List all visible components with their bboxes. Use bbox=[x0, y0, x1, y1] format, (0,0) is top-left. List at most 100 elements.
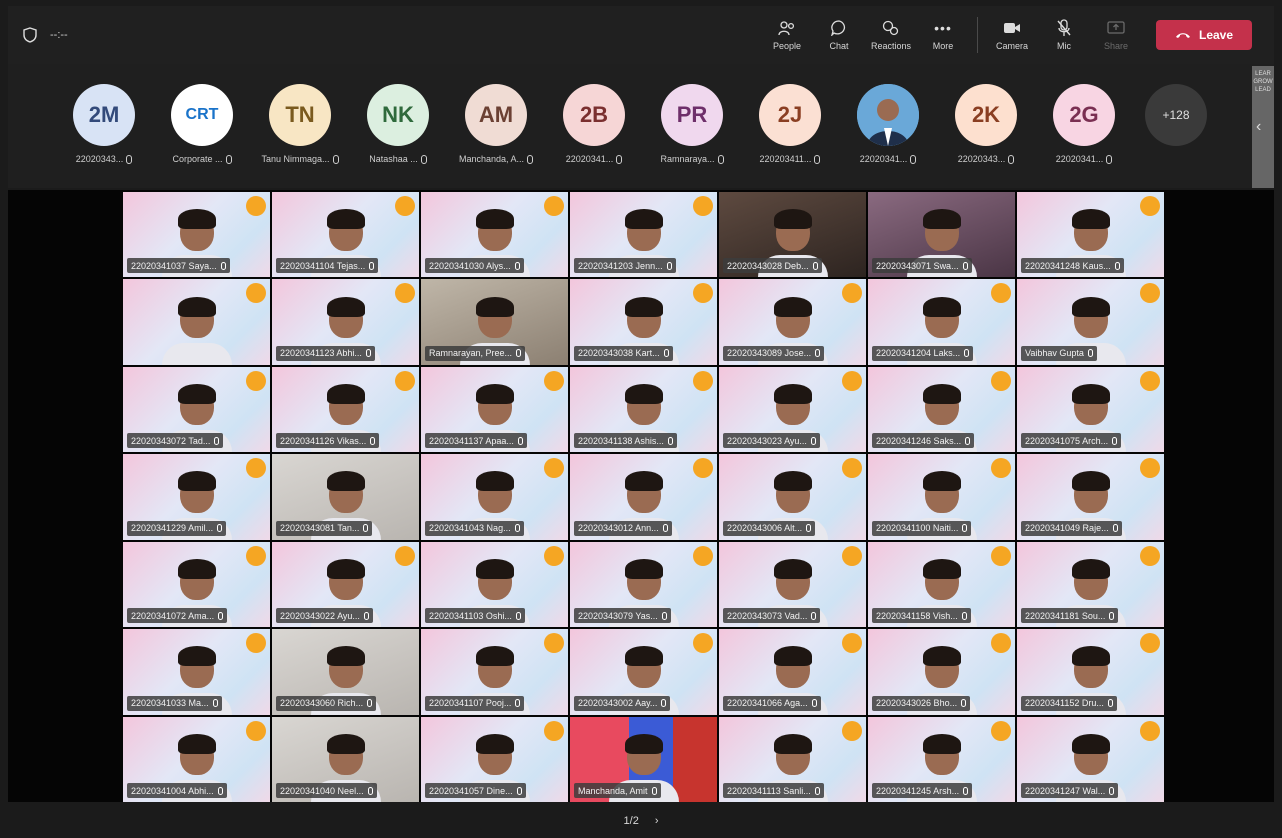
participant-avatar-item[interactable]: TN Tanu Nimmaga... bbox=[252, 84, 348, 164]
video-tile[interactable]: 22020341229 Amil... bbox=[123, 454, 270, 540]
participant-avatar-item[interactable]: 22020341... bbox=[840, 84, 936, 164]
name-tag-text: 22020341245 Arsh... bbox=[876, 785, 960, 796]
video-tile[interactable]: 22020343071 Swa... bbox=[868, 192, 1015, 278]
video-tile[interactable]: 22020343002 Aay... bbox=[570, 629, 717, 715]
name-tag: 22020341246 Saks... bbox=[872, 433, 975, 449]
participant-avatar-item[interactable]: 2K 22020343... bbox=[938, 84, 1034, 164]
reactions-button[interactable]: Reactions bbox=[865, 6, 917, 64]
video-tile[interactable]: 22020341107 Pooj... bbox=[421, 629, 568, 715]
camera-button[interactable]: Camera bbox=[986, 6, 1038, 64]
mic-icon bbox=[218, 611, 224, 620]
video-tile[interactable]: Ramnarayan, Pree... bbox=[421, 279, 568, 365]
video-tile[interactable]: 22020341066 Aga... bbox=[719, 629, 866, 715]
mic-icon bbox=[1008, 154, 1015, 164]
video-tile[interactable]: 22020343073 Vad... bbox=[719, 541, 866, 628]
video-tile[interactable]: 22020341113 Sanli... bbox=[719, 716, 866, 802]
participant-avatar-item[interactable]: 2G 22020341... bbox=[1036, 84, 1132, 164]
video-tile[interactable]: 22020341158 Vish... bbox=[868, 541, 1015, 628]
mic-button[interactable]: Mic bbox=[1038, 6, 1090, 64]
more-label: More bbox=[932, 41, 954, 51]
participant-avatar-item[interactable]: 2J 220203411... bbox=[742, 84, 838, 164]
video-tile[interactable]: 22020341152 Dru... bbox=[1017, 629, 1164, 715]
video-tile[interactable]: Vaibhav Gupta bbox=[1017, 279, 1164, 365]
video-tile[interactable]: 22020341247 Wal... bbox=[1017, 716, 1164, 802]
shield-icon[interactable] bbox=[22, 26, 38, 44]
participant-name: Tanu Nimmaga... bbox=[252, 154, 348, 164]
chat-button[interactable]: Chat bbox=[813, 6, 865, 64]
video-tile[interactable]: 22020343012 Ann... bbox=[570, 454, 717, 540]
video-tile[interactable]: 22020341103 Oshi... bbox=[421, 541, 568, 628]
more-button[interactable]: ••• More bbox=[917, 6, 969, 64]
participant-avatar-item[interactable]: NK Natashaa ... bbox=[350, 84, 446, 164]
phone-hangup-icon bbox=[1175, 28, 1191, 42]
video-tile[interactable]: 22020343081 Tan... bbox=[272, 454, 419, 540]
name-tag: Ramnarayan, Pree... bbox=[425, 345, 526, 361]
name-tag: 22020343038 Kart... bbox=[574, 345, 673, 361]
video-tile[interactable]: 22020341040 Neel... bbox=[272, 716, 419, 802]
mic-icon bbox=[217, 786, 223, 795]
participant-avatar-item[interactable]: 2B 22020341... bbox=[546, 84, 642, 164]
participant-avatar-item[interactable]: 2M 22020343... bbox=[56, 84, 152, 164]
video-tile[interactable]: 22020341245 Arsh... bbox=[868, 716, 1015, 802]
video-tile[interactable]: 22020341100 Naiti... bbox=[868, 454, 1015, 540]
participant-name-text: Natashaa ... bbox=[369, 154, 418, 164]
video-tile[interactable]: 22020341204 Laks... bbox=[868, 279, 1015, 365]
video-tile[interactable]: 22020341049 Raje... bbox=[1017, 454, 1164, 540]
avatar: NK bbox=[367, 84, 429, 146]
video-tile[interactable]: 22020343028 Deb... bbox=[719, 192, 866, 278]
video-tile[interactable]: 22020341246 Saks... bbox=[868, 366, 1015, 453]
mic-icon bbox=[651, 786, 657, 795]
participant-hair bbox=[922, 558, 961, 579]
video-tile[interactable]: 22020341004 Abhi... bbox=[123, 716, 270, 802]
video-tile[interactable]: 22020343089 Jose... bbox=[719, 279, 866, 365]
mic-icon bbox=[1109, 786, 1115, 795]
name-tag-text: 22020341040 Neel... bbox=[280, 785, 364, 796]
video-tile[interactable]: 22020341203 Jenn... bbox=[570, 192, 717, 278]
event-logo-icon bbox=[1140, 196, 1160, 216]
video-tile[interactable]: 22020341181 Sou... bbox=[1017, 541, 1164, 628]
video-tile[interactable]: 22020341138 Ashis... bbox=[570, 366, 717, 453]
video-tile[interactable]: 22020343060 Rich... bbox=[272, 629, 419, 715]
video-tile[interactable]: 22020341248 Kaus... bbox=[1017, 192, 1164, 278]
video-tile[interactable]: 22020343038 Kart... bbox=[570, 279, 717, 365]
people-button[interactable]: People bbox=[761, 6, 813, 64]
video-tile[interactable]: 22020341126 Vikas... bbox=[272, 366, 419, 453]
video-tile[interactable]: 22020343072 Tad... bbox=[123, 366, 270, 453]
video-tile[interactable]: 22020341043 Nag... bbox=[421, 454, 568, 540]
video-tile[interactable] bbox=[123, 279, 270, 365]
video-tile[interactable]: 22020341033 Ma... bbox=[123, 629, 270, 715]
video-tile[interactable]: 22020341123 Abhi... bbox=[272, 279, 419, 365]
next-page-icon[interactable]: › bbox=[655, 815, 659, 827]
share-button[interactable]: Share bbox=[1090, 6, 1142, 64]
video-tile[interactable]: 22020341072 Ama... bbox=[123, 541, 270, 628]
mic-icon bbox=[369, 261, 375, 270]
event-logo-icon bbox=[991, 458, 1011, 479]
chevron-left-icon[interactable]: ‹ bbox=[1256, 118, 1261, 136]
video-tile[interactable]: 22020341037 Saya... bbox=[123, 192, 270, 278]
video-tile[interactable]: Manchanda, Amit bbox=[570, 716, 717, 802]
more-participants-button[interactable]: +128 bbox=[1145, 84, 1207, 146]
video-tile[interactable]: 22020343022 Ayu... bbox=[272, 541, 419, 628]
video-tile[interactable]: 22020341104 Tejas... bbox=[272, 192, 419, 278]
avatar: CRT bbox=[171, 84, 233, 146]
participant-avatar-item[interactable]: CRT Corporate ... bbox=[154, 84, 250, 164]
participant-name-text: Manchanda, A... bbox=[458, 154, 525, 164]
camera-icon bbox=[1002, 19, 1022, 37]
video-tile[interactable]: 22020343023 Ayu... bbox=[719, 366, 866, 453]
leave-button[interactable]: Leave bbox=[1156, 20, 1252, 50]
name-tag-text: 22020343002 Aay... bbox=[578, 698, 658, 709]
event-logo-icon bbox=[693, 633, 713, 654]
video-tile[interactable]: 22020343006 Alt... bbox=[719, 454, 866, 540]
video-tile[interactable]: 22020343026 Bho... bbox=[868, 629, 1015, 715]
video-tile[interactable]: 22020341057 Dine... bbox=[421, 716, 568, 802]
participant-avatar-item[interactable]: PR Ramnaraya... bbox=[644, 84, 740, 164]
name-tag: 22020343023 Ayu... bbox=[723, 433, 820, 449]
participant-avatar-item[interactable]: AM Manchanda, A... bbox=[448, 84, 544, 164]
mic-icon bbox=[516, 349, 522, 358]
video-tile[interactable]: 22020341030 Alys... bbox=[421, 192, 568, 278]
video-tile[interactable]: 22020341075 Arch... bbox=[1017, 366, 1164, 453]
event-logo-icon bbox=[991, 633, 1011, 654]
video-tile[interactable]: 22020343079 Yas... bbox=[570, 541, 717, 628]
event-logo-icon bbox=[246, 370, 266, 391]
video-tile[interactable]: 22020341137 Apaa... bbox=[421, 366, 568, 453]
